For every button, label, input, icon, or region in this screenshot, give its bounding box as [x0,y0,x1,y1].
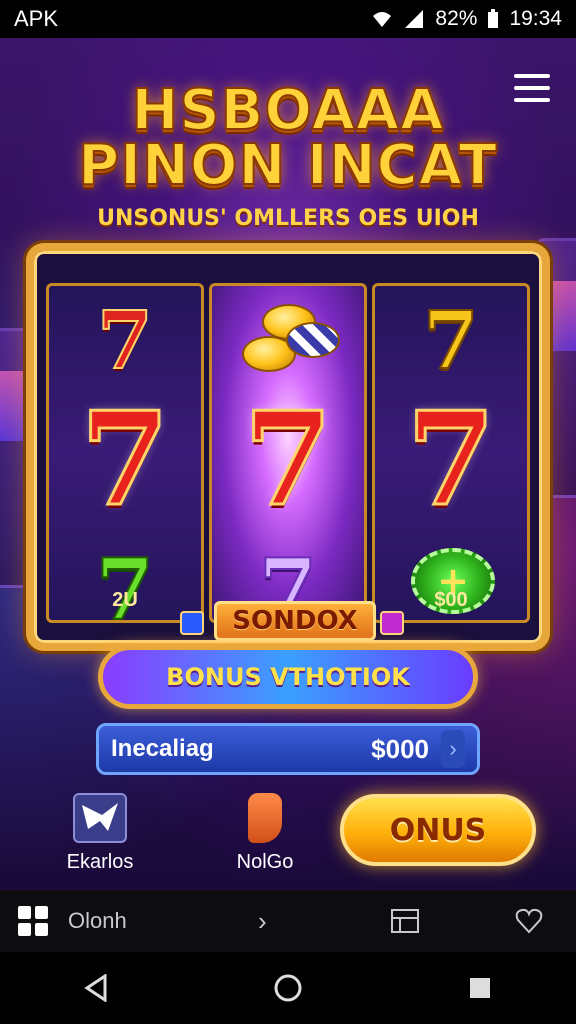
heart-icon[interactable] [512,906,546,936]
bonus-button-label: BONUS VTHOTIOK [166,663,410,691]
coin-pile-icon [242,296,340,376]
battery-icon [488,9,499,28]
system-nav-bar [0,952,576,1024]
game-subtitle: UNSONUS' OMLLERS OES UIOH [97,206,479,231]
blue-gem-icon [180,611,204,635]
control-label: NolGo [236,851,294,873]
game-stage: HSBOAAA PINON INCAT UNSONUS' OMLLERS OES… [0,38,576,890]
back-icon[interactable] [76,968,116,1008]
reel-1-label: 2U [112,589,138,611]
pink-gem-icon [380,611,404,635]
app-name[interactable]: Olonh [68,908,248,934]
recents-icon[interactable] [460,968,500,1008]
clock: 19:34 [509,7,562,30]
reel-symbol-seven: 7 [242,385,334,535]
window-icon[interactable] [388,906,422,936]
reel-symbol-seven: 7 [405,385,497,535]
reel-3-label: $00 [434,589,468,611]
chevron-right-icon[interactable]: › [441,730,465,768]
grid-icon[interactable] [18,906,48,936]
app-bottom-bar: Olonh › [0,890,576,952]
bet-label: Inecaliag [111,735,214,762]
bet-input-bar[interactable]: Inecaliag $000 › [96,723,480,775]
slot-reel-frame: 7 7 7 2U 7 7 7 7 + $00 SONDOX [26,243,550,651]
status-app-label: APK [14,6,59,31]
reel-1: 7 7 7 2U [46,283,204,623]
reel-3: 7 7 + $00 [372,283,530,623]
reel-symbol-seven: 7 [96,293,154,387]
bonus-button[interactable]: BONUS VTHOTIOK [98,645,478,709]
game-title-line2: PINON INCAT [77,132,498,199]
bird-icon [73,793,127,843]
center-badge: SONDOX [214,601,376,641]
bet-value: $000 [371,733,429,764]
battery-percent: 82% [435,7,478,30]
control-label: Ekarlos [66,851,134,873]
signal-icon [405,10,424,28]
tag-icon [248,793,282,843]
reel-symbol-seven: 7 [422,293,480,387]
chevron-right-icon[interactable]: › [258,906,368,937]
status-bar: APK 82% 19:34 [0,0,576,38]
reel-2: 7 7 [209,283,367,623]
reel-symbol-seven: 7 [79,385,171,535]
spin-button-label: ONUS [389,812,487,848]
wifi-icon [373,12,392,27]
control-ekarlos[interactable]: Ekarlos [50,793,150,874]
control-nolgo[interactable]: NolGo [215,793,315,874]
spin-button[interactable]: ONUS [340,794,536,866]
home-icon[interactable] [268,968,308,1008]
